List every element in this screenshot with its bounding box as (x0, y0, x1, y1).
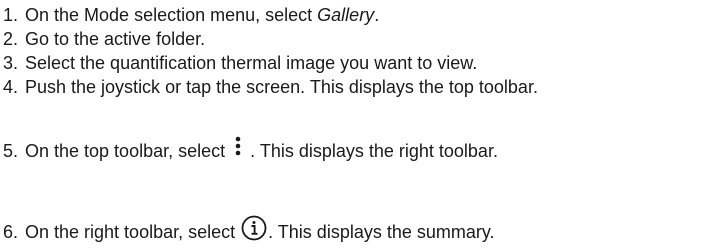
step-text: On the top toolbar, select (25, 141, 231, 161)
step-text: On the right toolbar, select (25, 222, 241, 242)
step-number: 6. (3, 222, 19, 242)
step-text: Push the joystick or tap the screen. Thi… (25, 77, 538, 97)
step-text: Select the quantification thermal image … (25, 53, 478, 73)
info-icon (240, 215, 268, 242)
step-number: 5. (3, 141, 19, 161)
step-6: 6. On the right toolbar, select . This di… (3, 215, 495, 244)
step-number: 4. (3, 77, 19, 97)
step-text-end: . This displays the summary. (268, 222, 495, 242)
instruction-list: 1. On the Mode selection menu, select Gal… (0, 0, 722, 251)
step-number: 1. (3, 5, 19, 25)
step-text: On the Mode selection menu, select (25, 5, 318, 25)
step-4: 4. Push the joystick or tap the screen. T… (3, 75, 538, 99)
step-3: 3. Select the quantification thermal imag… (3, 51, 477, 75)
more-vertical-icon (230, 136, 250, 161)
step-1: 1. On the Mode selection menu, select Gal… (3, 3, 379, 27)
step-2: 2. Go to the active folder. (3, 27, 205, 51)
step-5: 5. On the top toolbar, select . This disp… (3, 136, 498, 163)
gallery-label: Gallery (317, 5, 375, 25)
step-text-end: . (374, 5, 380, 25)
step-text: Go to the active folder. (25, 29, 206, 49)
step-text-end: . This displays the right toolbar. (250, 141, 498, 161)
step-number: 3. (3, 53, 19, 73)
step-number: 2. (3, 29, 19, 49)
